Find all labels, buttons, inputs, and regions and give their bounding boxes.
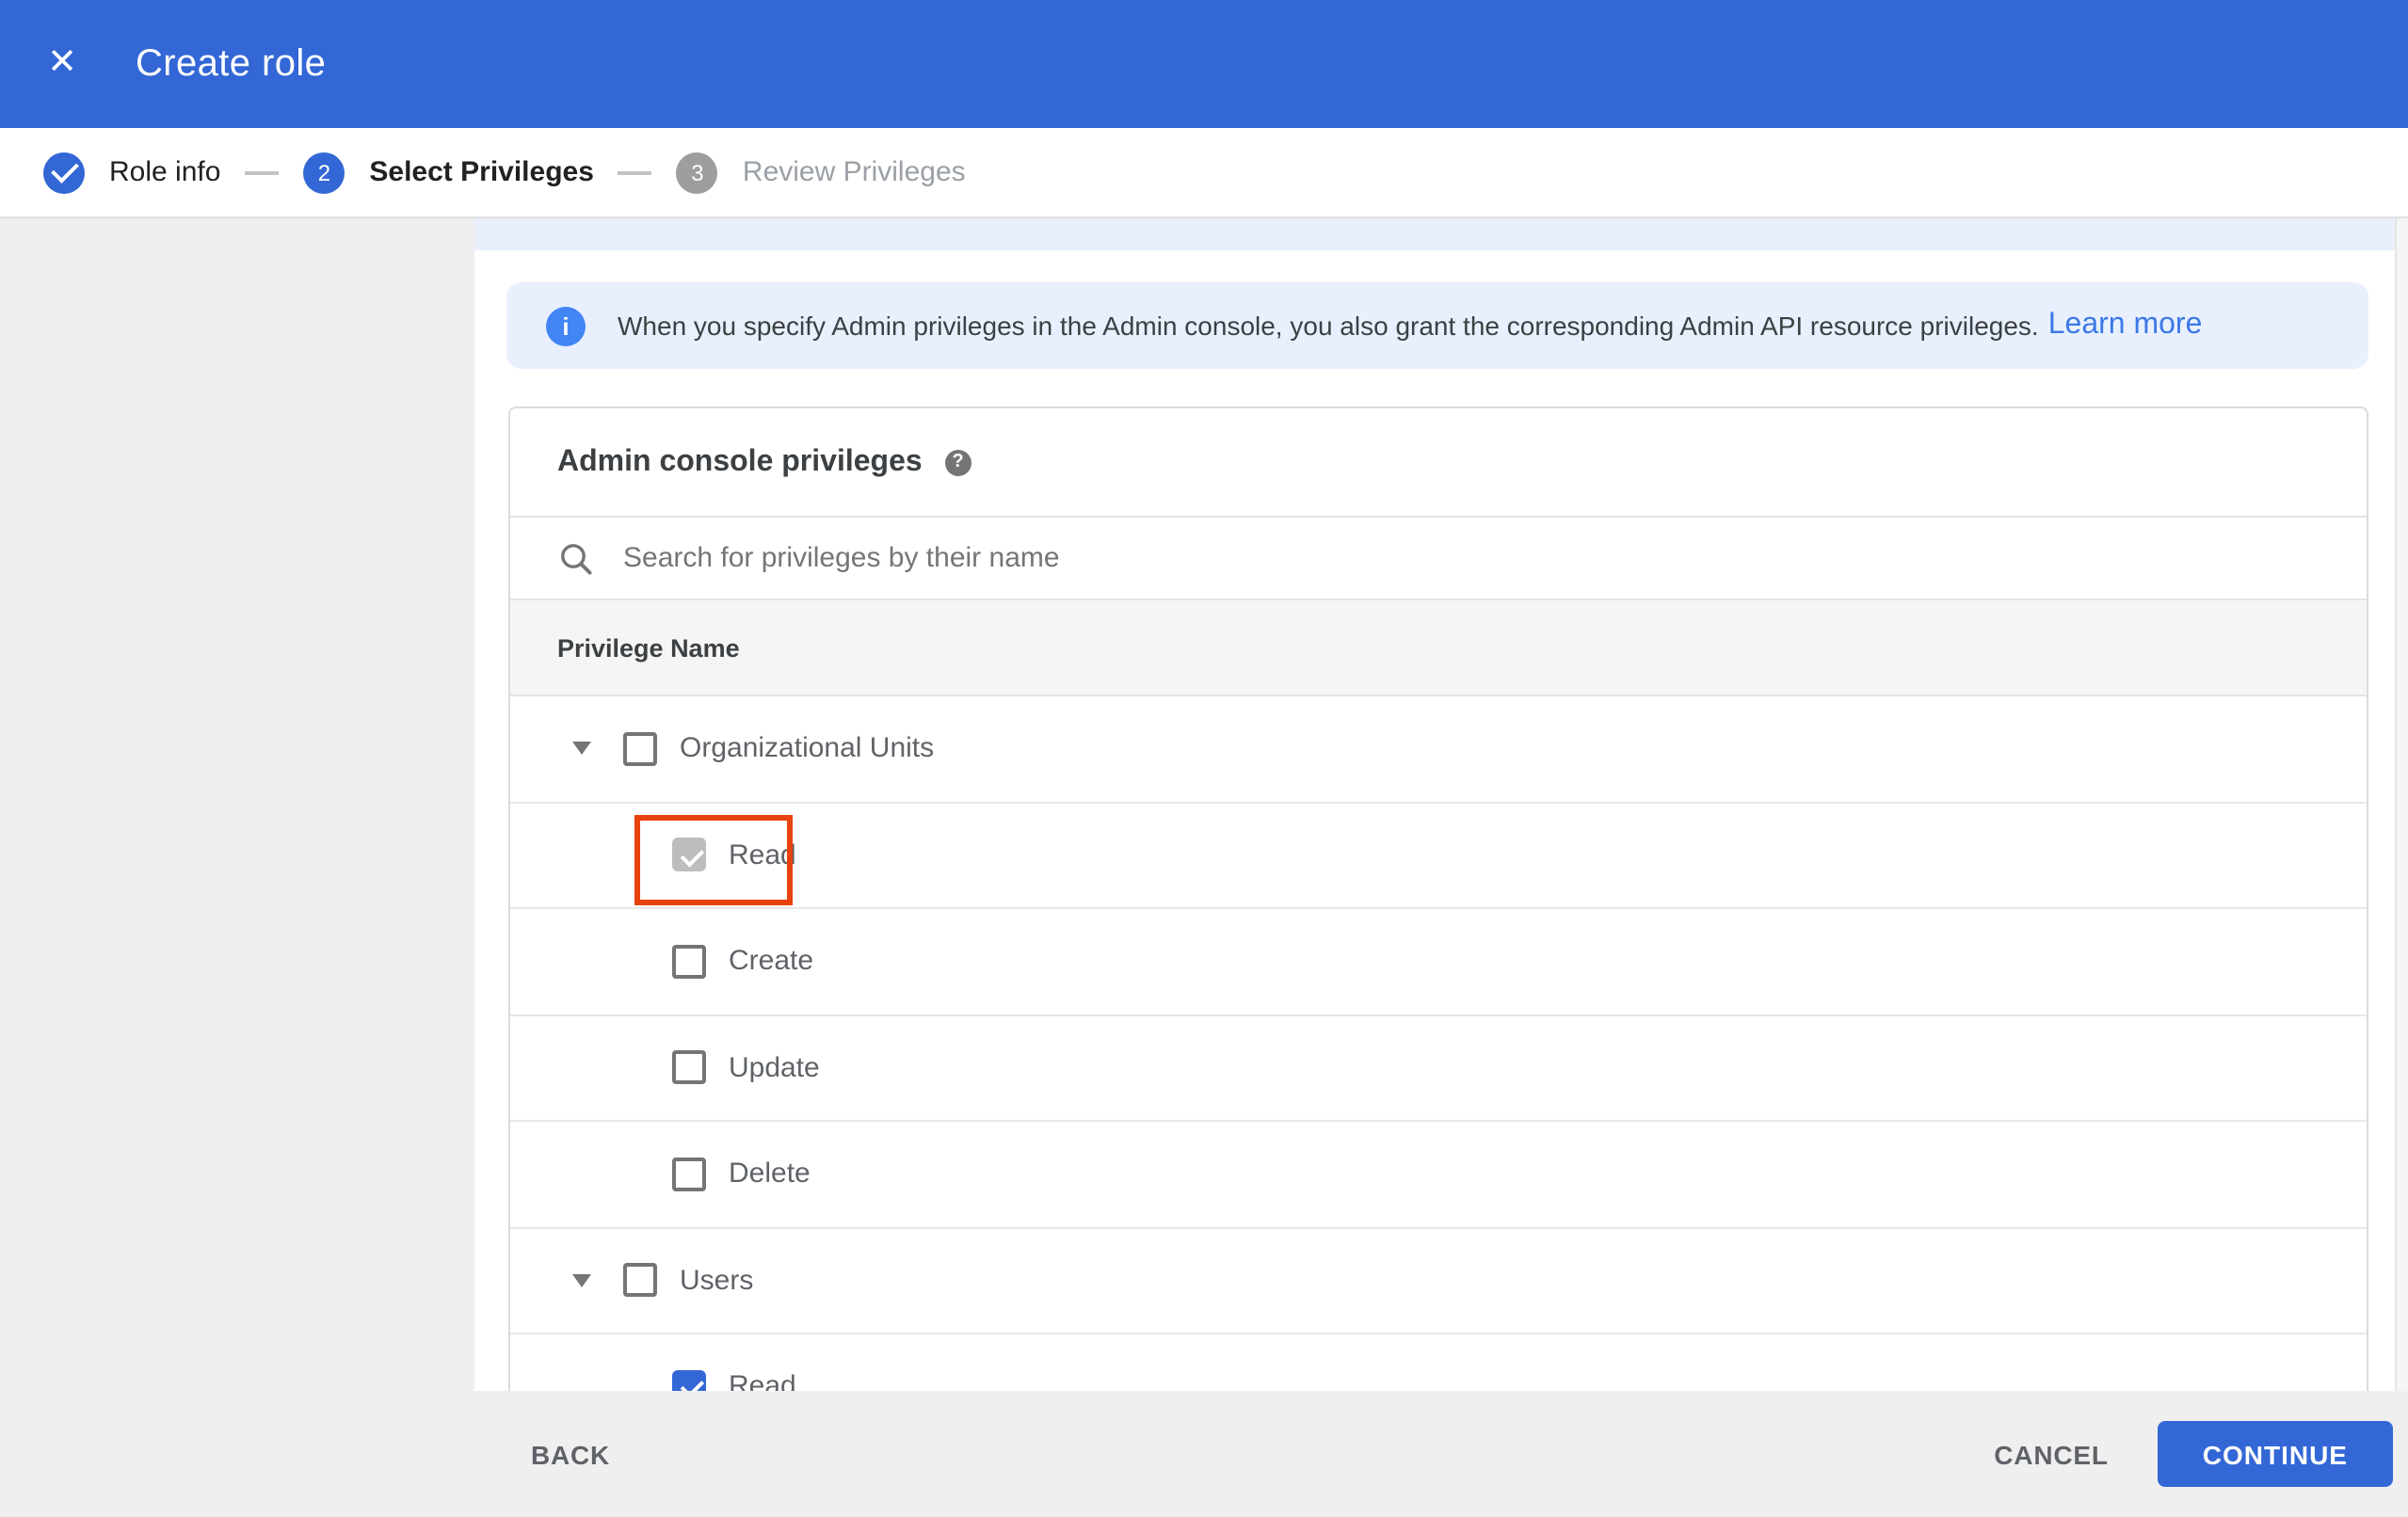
read-checkbox[interactable] [672, 838, 706, 872]
privilege-label: Delete [729, 1158, 811, 1190]
admin-privileges-card: Admin console privileges ? Privilege Nam… [508, 407, 2368, 1391]
search-input[interactable] [619, 540, 1757, 576]
step-check-icon [43, 152, 85, 193]
privilege-row-read: Read [510, 803, 2367, 909]
users-checkbox[interactable] [623, 1263, 657, 1298]
privilege-search-row [510, 518, 2367, 599]
back-button[interactable]: BACK [512, 1424, 629, 1484]
step-label: Role info [109, 156, 221, 188]
step-separator [618, 170, 652, 174]
stepper-step-review-privileges[interactable]: 3 Review Privileges [676, 152, 966, 193]
privilege-row-update: Update [510, 1015, 2367, 1122]
column-header-privilege-name: Privilege Name [557, 633, 740, 662]
step-label: Select Privileges [369, 156, 594, 188]
update-checkbox[interactable] [672, 1050, 706, 1085]
step-label: Review Privileges [742, 156, 966, 188]
privilege-row-users: Users [510, 1228, 2367, 1334]
privilege-rows: Organizational Units Read Create Update Dele… [510, 696, 2367, 1391]
privilege-row-delete: Delete [510, 1122, 2367, 1228]
privilege-label: Organizational Units [680, 732, 935, 765]
privilege-label: Update [729, 1051, 820, 1084]
read-checkbox[interactable] [672, 1369, 706, 1391]
vertical-scrollbar[interactable] [2395, 218, 2408, 1391]
info-banner: i When you specify Admin privileges in t… [506, 282, 2368, 369]
create-role-dialog: ✕ Create role Role info 2 Select Privilege… [0, 0, 2408, 1517]
continue-button[interactable]: CONTINUE [2157, 1421, 2393, 1487]
privilege-row-organizational-units: Organizational Units [510, 696, 2367, 803]
close-icon[interactable]: ✕ [40, 41, 85, 87]
banner-text: When you specify Admin privileges in the… [618, 311, 2039, 341]
left-gray-panel [0, 218, 474, 1391]
step-separator [245, 170, 280, 174]
wizard-stepper: Role info 2 Select Privileges 3 Review Privi… [0, 128, 2408, 218]
footer-bar: BACK CANCEL CONTINUE [0, 1391, 2408, 1517]
scrolled-element-edge [474, 218, 2395, 250]
create-checkbox[interactable] [672, 944, 706, 979]
stepper-step-select-privileges[interactable]: 2 Select Privileges [303, 152, 594, 193]
card-title: Admin console privileges [557, 445, 923, 477]
step-number: 3 [676, 152, 718, 193]
table-header: Privilege Name [510, 599, 2367, 696]
learn-more-link[interactable]: Learn more [2048, 309, 2203, 343]
app-bar: ✕ Create role [0, 0, 2408, 128]
privilege-label: Users [680, 1264, 754, 1297]
organizational-units-checkbox[interactable] [623, 731, 657, 766]
help-icon[interactable]: ? [944, 449, 971, 475]
privilege-row-create: Create [510, 909, 2367, 1015]
cancel-button[interactable]: CANCEL [1975, 1424, 2127, 1484]
privilege-label: Read [729, 1370, 796, 1392]
page-title: Create role [136, 42, 327, 84]
info-icon: i [546, 306, 586, 345]
expand-arrow-icon[interactable] [572, 1273, 591, 1287]
scroll-content: i When you specify Admin privileges in t… [474, 218, 2408, 1391]
dialog-body: i When you specify Admin privileges in t… [0, 218, 2408, 1391]
stepper-step-role-info[interactable]: Role info [43, 152, 220, 193]
search-icon [561, 543, 592, 574]
step-number: 2 [303, 152, 345, 193]
card-title-row: Admin console privileges ? [510, 408, 2367, 518]
expand-arrow-icon[interactable] [572, 742, 591, 756]
delete-checkbox[interactable] [672, 1157, 706, 1191]
privilege-row-read: Read [510, 1334, 2367, 1391]
privilege-label: Read [729, 838, 796, 871]
privilege-label: Create [729, 945, 814, 978]
